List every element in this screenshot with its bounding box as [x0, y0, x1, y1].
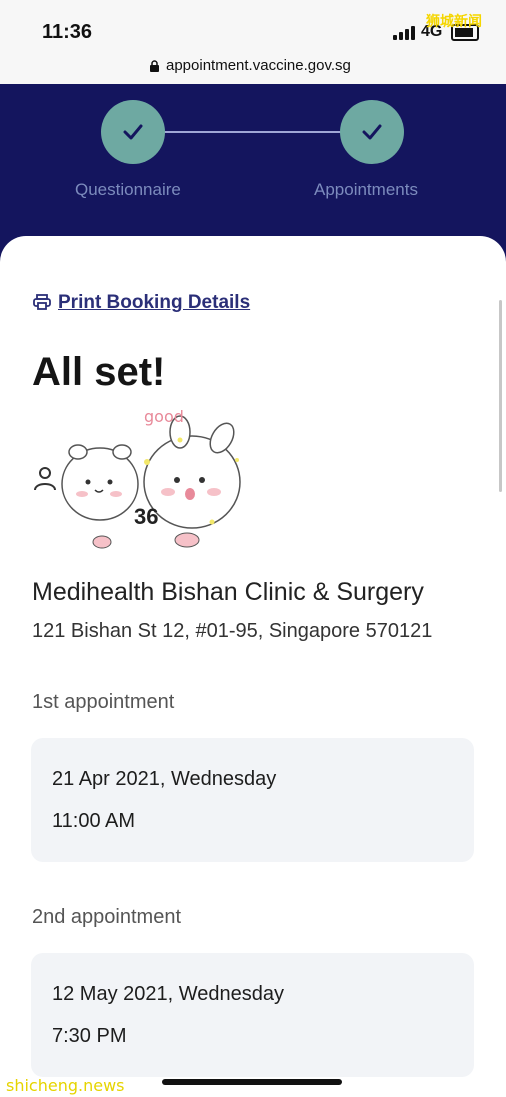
check-icon: [362, 124, 382, 140]
step-label-questionnaire: Questionnaire: [75, 180, 181, 199]
appointment-2-date: 12 May 2021, Wednesday: [52, 983, 285, 1005]
home-indicator[interactable]: [162, 1079, 342, 1085]
scrollbar[interactable]: [499, 300, 502, 492]
progress-connector: [163, 131, 343, 133]
check-icon: [123, 124, 143, 140]
watermark-bottom: shicheng.news: [6, 1076, 125, 1095]
step-appointments-check: [340, 100, 404, 164]
url-text[interactable]: appointment.vaccine.gov.sg: [166, 57, 351, 74]
clinic-address: 121 Bishan St 12, #01-95, Singapore 5701…: [32, 620, 433, 642]
appointment-1-label: 1st appointment: [32, 691, 175, 713]
step-questionnaire-check: [101, 100, 165, 164]
partial-id-text: 36: [134, 504, 158, 529]
clinic-name: Medihealth Bishan Clinic & Surgery: [32, 578, 424, 606]
appointment-2-card: 12 May 2021, Wednesday 7:30 PM: [31, 953, 474, 1077]
appointment-2-time: 7:30 PM: [52, 1025, 127, 1047]
sticker-overlay: good 36: [61, 407, 241, 549]
appointment-1-time: 11:00 AM: [52, 810, 136, 832]
step-label-appointments: Appointments: [314, 180, 418, 199]
appointment-1-card: 21 Apr 2021, Wednesday 11:00 AM: [31, 738, 474, 862]
printer-icon: [33, 294, 51, 310]
print-link-label[interactable]: Print Booking Details: [58, 292, 250, 313]
appointment-1-date: 21 Apr 2021, Wednesday: [52, 768, 277, 790]
print-booking-details-link[interactable]: Print Booking Details: [33, 292, 250, 314]
status-time: 11:36: [42, 21, 93, 43]
signal-icon: [393, 25, 415, 40]
appointment-2-label: 2nd appointment: [32, 906, 182, 928]
sticker-text: good: [144, 407, 184, 426]
watermark-top: 狮城新闻: [426, 14, 482, 30]
lock-icon: [150, 60, 159, 72]
page-title: All set!: [32, 350, 166, 394]
